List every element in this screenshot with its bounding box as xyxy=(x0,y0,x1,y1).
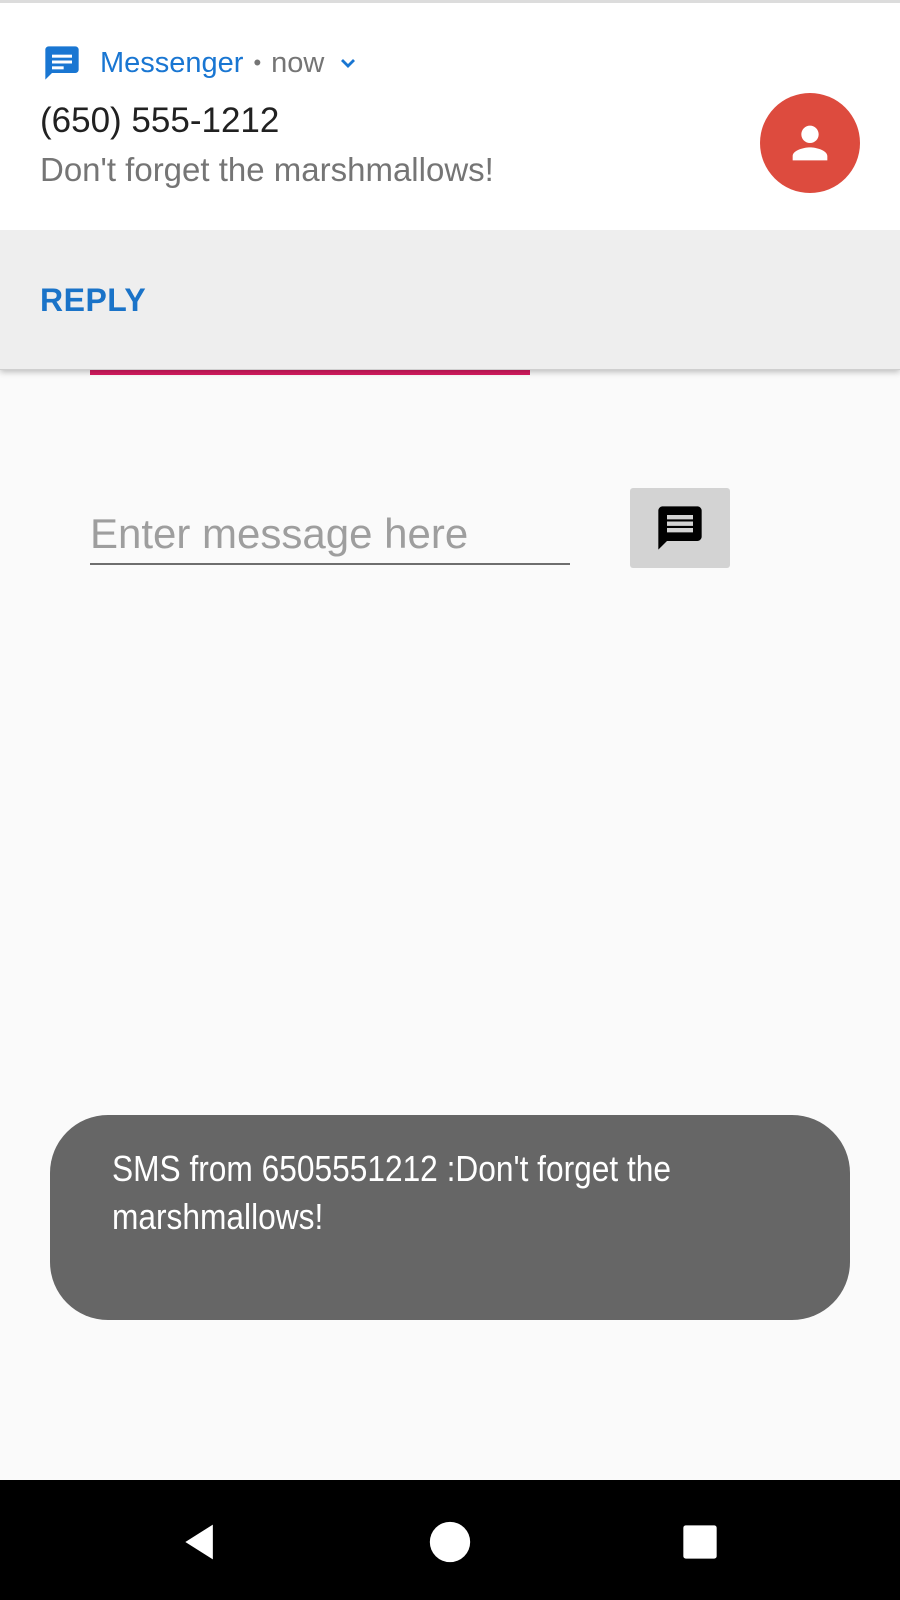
notification-card[interactable]: Messenger • now (650) 555-1212 Don't for… xyxy=(0,0,900,370)
navigation-bar xyxy=(0,1480,900,1600)
recents-square-icon[interactable] xyxy=(676,1518,724,1566)
header-separator: • xyxy=(253,50,262,75)
home-circle-icon[interactable] xyxy=(426,1518,474,1566)
notification-sender: (650) 555-1212 xyxy=(40,101,280,140)
person-icon xyxy=(792,125,828,161)
toast-text: SMS from 6505551212 :Don't forget the ma… xyxy=(112,1148,672,1237)
reply-button[interactable]: REPLY xyxy=(40,282,146,319)
notification-time: now xyxy=(271,46,325,79)
chevron-down-icon[interactable] xyxy=(336,51,360,75)
notification-message: Don't forget the marshmallows! xyxy=(40,151,494,188)
avatar xyxy=(760,93,860,193)
notification-actions: REPLY xyxy=(0,230,900,370)
accent-line xyxy=(90,370,530,375)
toast: SMS from 6505551212 :Don't forget the ma… xyxy=(50,1115,850,1320)
back-triangle-icon[interactable] xyxy=(176,1518,224,1566)
notification-header: Messenger • now xyxy=(42,41,360,85)
app-name: Messenger xyxy=(100,46,244,79)
messenger-icon xyxy=(42,43,82,83)
send-message-button[interactable] xyxy=(630,488,730,568)
notification-content[interactable]: Messenger • now (650) 555-1212 Don't for… xyxy=(0,0,900,230)
message-icon xyxy=(658,506,702,550)
message-input[interactable] xyxy=(90,505,570,565)
